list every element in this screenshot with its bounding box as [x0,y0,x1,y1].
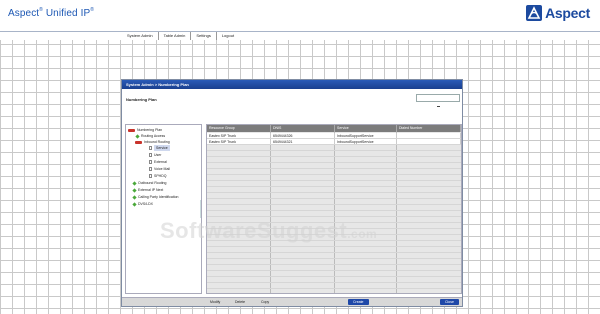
modify-button[interactable]: Modify [210,299,220,305]
tree-item-outbound-routing[interactable]: Outbound Routing [132,180,166,186]
cell-service: InboundSupportService [335,133,397,138]
column-header-service[interactable]: Service [335,125,397,132]
menu-system-admin[interactable]: System Admin [122,32,159,40]
cell-dialed-number [397,133,461,138]
close-button[interactable]: Close [440,299,459,305]
menu-settings[interactable]: Settings [191,32,217,40]
tree-label: Calling Party Identification [138,195,179,199]
app-title-reg: ® [39,7,43,13]
watermark: SoftwareSuggest.com [160,218,377,244]
cell-dialed-number [397,139,461,144]
tree-label: Outbound Routing [138,181,167,185]
numbering-grid: Resource Group DNIS Service Dialed Numbe… [206,124,462,294]
diamond-icon [132,201,137,207]
column-header-resource-group[interactable]: Resource Group [207,125,271,132]
top-bar: Aspect® Unified IP® Aspect [0,0,600,31]
page-icon [149,167,152,171]
tree-item-external[interactable]: External [149,159,167,165]
diamond-icon [135,133,140,139]
menu-logout[interactable]: Logout [217,32,239,40]
tree-item-calling-party[interactable]: Calling Party Identification [132,194,178,200]
app-title-product: Unified IP [45,8,91,19]
search-indicator [437,106,440,107]
watermark-suffix: .com [347,227,378,241]
app-title-reg2: ® [90,7,95,13]
main-menu: System Admin Table Admin Settings Logout [122,32,239,40]
tree-item-dvs-ldx[interactable]: DVS/LDX [132,201,153,207]
grid-header: Resource Group DNIS Service Dialed Numbe… [207,125,461,132]
page-icon [149,153,152,157]
tree-label: SPHDQ [154,174,167,178]
cell-service: InboundSupportService [335,139,397,144]
folder-icon [128,128,135,132]
tree-label: Service [154,145,170,151]
aspect-logo: Aspect [526,4,590,22]
diamond-icon [132,194,137,200]
aspect-logo-icon [526,5,543,21]
folder-icon [135,140,142,144]
tree-item-voice-mail[interactable]: Voice Mail [149,166,170,172]
cell-resource-group: Eastex SIP Trunk [207,139,271,144]
dialog-footer: Modify Delete Copy Create Close [122,297,462,306]
tree-item-user[interactable]: User [149,152,161,158]
column-header-dnis[interactable]: DNIS [271,125,335,132]
tree-label: External [154,160,167,164]
empty-row [207,283,461,289]
cell-resource-group: Eastex SIP Trunk [207,133,271,138]
create-button[interactable]: Create [348,299,369,305]
page-icon [149,174,152,178]
app-title: Aspect® Unified IP® [8,7,95,19]
search-input[interactable] [416,94,460,102]
tree-label: DVS/LDX [138,202,153,206]
menu-bar: System Admin Table Admin Settings Logout [0,31,600,40]
cell-dnis: 6549444321 [271,139,335,144]
dialog-subtitle: Numbering Plan [126,97,157,102]
watermark-text: SoftwareSuggest [160,218,348,243]
cell-dnis: 6549444326 [271,133,335,138]
logo-text: Aspect [545,5,590,21]
numbering-plan-dialog: System Admin > Numbering Plan Numbering … [121,79,463,307]
tree-item-external-ip-next[interactable]: External IP Next [132,187,163,193]
column-header-dialed-number[interactable]: Dialed Number [397,125,461,132]
page-icon [149,160,152,164]
dialog-breadcrumb: System Admin > Numbering Plan [122,80,462,89]
tree-label: Voice Mail [154,167,170,171]
app-title-main: Aspect [8,8,40,19]
page-icon [149,146,152,150]
copy-button[interactable]: Copy [261,299,269,305]
diamond-icon [132,187,137,193]
tree-label: External IP Next [138,188,164,192]
navigation-tree: Numbering Plan Routing Access Inbound Ro… [125,124,202,294]
tree-item-service[interactable]: Service [149,145,170,151]
diamond-icon [132,180,137,186]
delete-button[interactable]: Delete [235,299,245,305]
tree-label: User [154,153,162,157]
tree-item-sphdq[interactable]: SPHDQ [149,173,166,179]
menu-table-admin[interactable]: Table Admin [159,32,192,40]
tree-splitter[interactable] [200,200,201,218]
